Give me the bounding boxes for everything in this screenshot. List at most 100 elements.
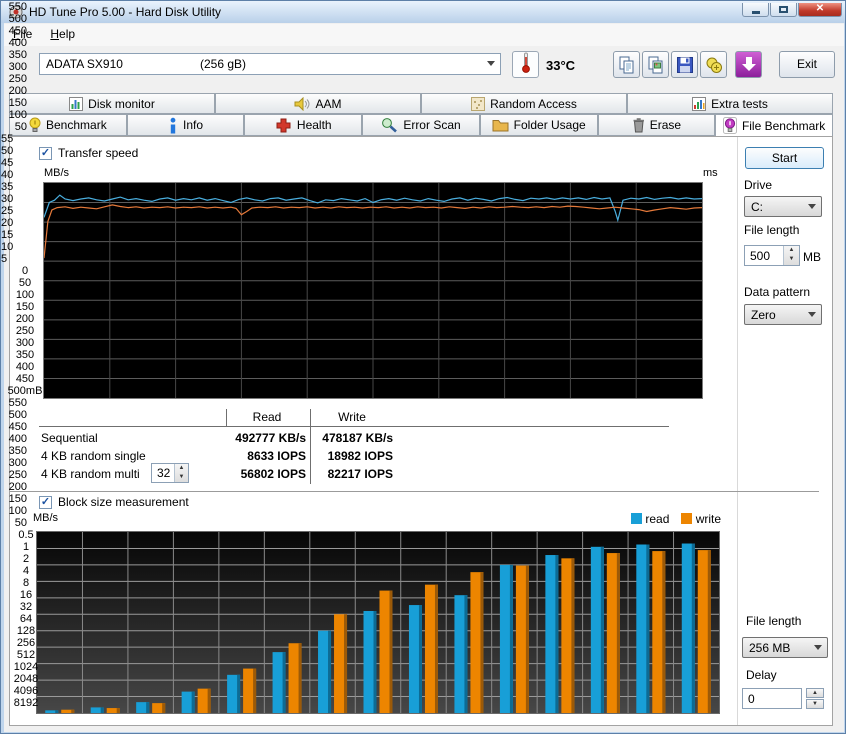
delay-up-button[interactable]: ▲: [806, 688, 824, 698]
download-button[interactable]: [735, 51, 762, 78]
start-button[interactable]: Start: [745, 147, 824, 169]
axis-tick-left: 250: [1, 73, 27, 85]
axis-tick-x: 400: [1, 361, 49, 373]
axis-tick-x: 0.5: [1, 529, 51, 541]
tab-extra-tests[interactable]: Extra tests: [627, 93, 833, 114]
save-button[interactable]: [671, 51, 698, 78]
thread-count-spinner[interactable]: 32▲▼: [151, 463, 189, 483]
copy-icon: [617, 64, 637, 78]
options-button[interactable]: [700, 51, 727, 78]
axis-tick-x: 1: [1, 541, 51, 553]
tab-label: Info: [183, 118, 203, 132]
tab-label: File Benchmark: [742, 119, 825, 133]
menu-bar: FileHelp: [4, 24, 844, 46]
error-scan-icon: [381, 117, 398, 133]
legend-item-write: write: [681, 512, 721, 526]
axis-tick-x: 450: [1, 373, 49, 385]
tab-folder-usage[interactable]: Folder Usage: [480, 114, 598, 136]
table-write-value: 478187 KB/s: [314, 431, 393, 445]
minimize-button[interactable]: [742, 3, 769, 17]
tab-label: Random Access: [490, 97, 577, 111]
title-bar: HD Tune Pro 5.00 - Hard Disk Utility: [1, 1, 845, 23]
maximize-button[interactable]: [770, 3, 797, 17]
axis-tick-left: 350: [1, 445, 27, 457]
tab-label: Extra tests: [711, 97, 768, 111]
axis-tick-left: 300: [1, 61, 27, 73]
temperature-button[interactable]: [512, 51, 539, 78]
delay-label: Delay: [746, 668, 777, 682]
copy-text-button[interactable]: [613, 51, 640, 78]
axis-tick-left: 150: [1, 97, 27, 109]
tab-row-1: Disk monitorAAMRandom AccessExtra tests: [9, 93, 833, 114]
axis-tick-left: 50: [1, 121, 27, 133]
axis-tick-right: 40: [1, 169, 25, 181]
close-button[interactable]: ✕: [798, 3, 842, 17]
tab-erase[interactable]: Erase: [598, 114, 716, 136]
axis-tick-right: 5: [1, 253, 25, 265]
tab-label: Health: [297, 118, 332, 132]
temperature-value: 33°C: [546, 58, 575, 73]
generated-overlay: 5505004504003503002502001501005055504540…: [1, 1, 51, 709]
file-length2-combobox[interactable]: 256 MB: [742, 637, 828, 658]
block-size-chart: [36, 531, 720, 714]
axis-tick-left: 450: [1, 25, 27, 37]
drive-selector-combobox[interactable]: ADATA SX910 (256 gB): [39, 53, 501, 75]
axis-tick-left: 100: [1, 505, 27, 517]
axis-tick-x: 2048: [1, 673, 51, 685]
tab-aam[interactable]: AAM: [215, 93, 421, 114]
erase-icon: [632, 117, 645, 133]
axis-tick-x: 150: [1, 301, 49, 313]
table-read-value: 8633 IOPS: [184, 449, 306, 463]
axis-tick-x: 4: [1, 565, 51, 577]
axis-tick-x: 16: [1, 589, 51, 601]
axis-tick-x: 8192: [1, 697, 51, 709]
axis-tick-right: 10: [1, 241, 25, 253]
delay-down-button[interactable]: ▼: [806, 699, 824, 709]
axis-tick-left: 550: [1, 1, 27, 13]
delay-input[interactable]: 0: [742, 688, 802, 709]
axis-tick-right: 20: [1, 217, 25, 229]
file-length-spinner[interactable]: 500 ▲▼: [744, 245, 800, 266]
table-header-read: Read: [226, 410, 308, 424]
drive-combobox[interactable]: C:: [744, 196, 822, 217]
axis-tick-left: 500: [1, 13, 27, 25]
axis-tick-left: 400: [1, 37, 27, 49]
axis-tick-left: 550: [1, 397, 27, 409]
axis-tick-left: 200: [1, 85, 27, 97]
axis-tick-left: 150: [1, 493, 27, 505]
exit-button[interactable]: Exit: [779, 51, 835, 78]
transfer-speed-chart: [43, 182, 703, 399]
axis-tick-x: 500mB: [1, 385, 49, 397]
spinner-arrows-icon[interactable]: ▲▼: [783, 246, 799, 265]
extra-tests-icon: [692, 97, 706, 111]
axis-tick-left: 500: [1, 409, 27, 421]
data-pattern-combobox[interactable]: Zero: [744, 304, 822, 325]
legend-item-read: read: [631, 512, 669, 526]
tab-random-access[interactable]: Random Access: [421, 93, 627, 114]
table-header-write: Write: [312, 410, 392, 424]
axis-tick-x: 8: [1, 577, 51, 589]
tab-label: Erase: [650, 118, 681, 132]
axis-tick-x: 50: [1, 277, 49, 289]
table-write-value: 18982 IOPS: [314, 449, 393, 463]
axis-tick-x: 128: [1, 625, 51, 637]
tab-health[interactable]: Health: [244, 114, 362, 136]
axis-tick-x: 64: [1, 613, 51, 625]
tab-error-scan[interactable]: Error Scan: [362, 114, 480, 136]
tab-file-benchmark[interactable]: File Benchmark: [715, 114, 833, 136]
transfer-chart-svg: [44, 183, 702, 398]
drive-label: Drive: [744, 178, 772, 192]
health-icon: [275, 117, 292, 133]
axis-tick-left: 100: [1, 109, 27, 121]
axis-tick-x: 2: [1, 553, 51, 565]
axis-tick-x: 32: [1, 601, 51, 613]
table-hline: [39, 426, 669, 427]
legend-swatch: [681, 513, 692, 524]
tab-label: Error Scan: [403, 118, 460, 132]
copy-image-button[interactable]: [642, 51, 669, 78]
drive-size: (256 gB): [200, 57, 246, 71]
spinner-arrows-icon[interactable]: ▲▼: [174, 464, 188, 482]
tab-info[interactable]: Info: [127, 114, 245, 136]
download-icon: [740, 62, 758, 76]
file-length2-label: File length: [746, 614, 801, 628]
